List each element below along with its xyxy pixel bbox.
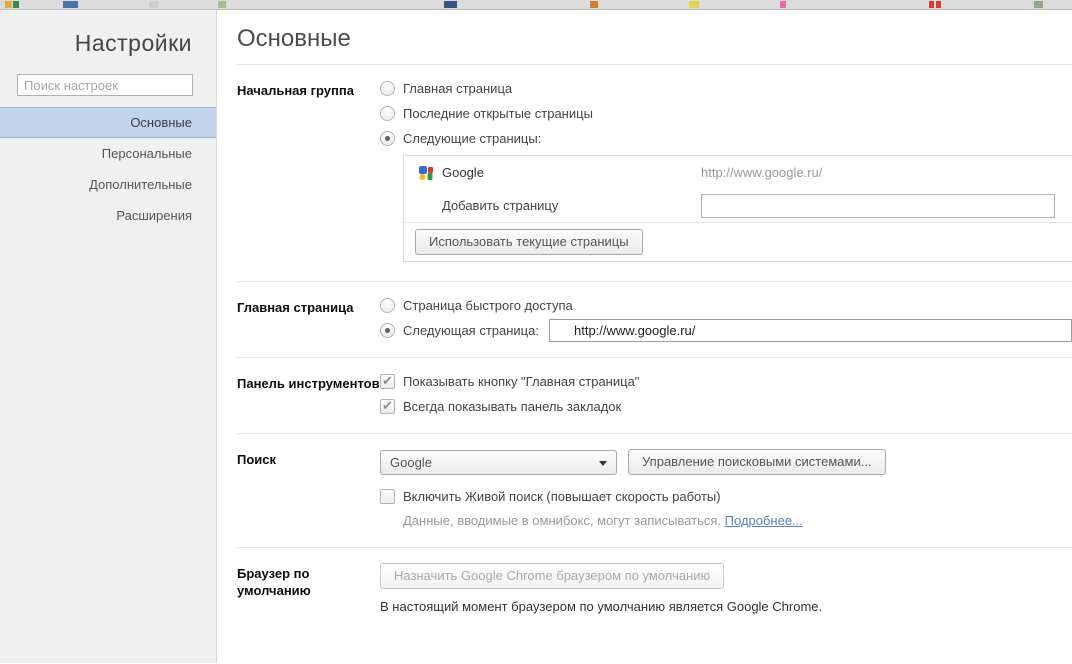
bookmark-favicon-sliver[interactable] bbox=[689, 1, 699, 8]
bookmark-favicon-sliver[interactable] bbox=[13, 1, 19, 8]
sidebar-item-personal[interactable]: Персональные bbox=[0, 138, 216, 169]
sidebar-title: Настройки bbox=[0, 30, 192, 57]
section-toolbar: Панель инструментов Показывать кнопку "Г… bbox=[237, 358, 1072, 434]
radio-label[interactable]: Страница быстрого доступа bbox=[403, 298, 573, 313]
pages-button-row: Использовать текущие страницы bbox=[404, 222, 1072, 261]
bookmark-favicon-sliver[interactable] bbox=[929, 1, 934, 8]
radio-label[interactable]: Следующая страница: bbox=[403, 323, 539, 338]
radio-startup-specific-pages[interactable] bbox=[380, 131, 395, 146]
startup-page-name: Google bbox=[442, 165, 484, 180]
bookmark-favicon-sliver[interactable] bbox=[1034, 1, 1043, 8]
homepage-option-ntp: Страница быстрого доступа bbox=[380, 297, 1072, 313]
search-controls: Google Управление поисковыми системами..… bbox=[380, 449, 1072, 475]
add-page-label: Добавить страницу bbox=[442, 198, 558, 213]
section-homepage: Главная страница Страница быстрого досту… bbox=[237, 282, 1072, 358]
instant-search-option: Включить Живой поиск (повышает скорость … bbox=[380, 488, 1072, 504]
page-title: Основные bbox=[237, 25, 1072, 53]
set-default-browser-button[interactable]: Назначить Google Chrome браузером по умо… bbox=[380, 563, 724, 589]
bookmark-favicon-sliver[interactable] bbox=[5, 1, 12, 8]
startup-pages-list: Google http://www.google.ru/ Добавить ст… bbox=[403, 155, 1072, 262]
default-browser-status: В настоящий момент браузером по умолчани… bbox=[380, 599, 1072, 614]
startup-page-row[interactable]: Google http://www.google.ru/ bbox=[404, 156, 1072, 189]
radio-homepage-url[interactable] bbox=[380, 323, 395, 338]
section-startup-label: Начальная группа bbox=[237, 80, 380, 262]
bookmark-favicon-sliver[interactable] bbox=[444, 1, 457, 8]
add-page-main: Добавить страницу bbox=[404, 198, 701, 213]
toolbar-option-home-button: Показывать кнопку "Главная страница" bbox=[380, 373, 1072, 389]
homepage-url-input[interactable] bbox=[549, 319, 1072, 342]
settings-nav: Основные Персональные Дополнительные Рас… bbox=[0, 107, 216, 231]
radio-homepage-ntp[interactable] bbox=[380, 298, 395, 313]
section-homepage-label: Главная страница bbox=[237, 297, 380, 338]
radio-label[interactable]: Следующие страницы: bbox=[403, 131, 541, 146]
chevron-down-icon bbox=[599, 461, 607, 466]
section-default-browser-body: Назначить Google Chrome браузером по умо… bbox=[380, 563, 1072, 614]
section-startup-body: Главная страница Последние открытые стра… bbox=[380, 80, 1072, 262]
radio-label[interactable]: Главная страница bbox=[403, 81, 512, 96]
bookmark-favicon-sliver[interactable] bbox=[149, 1, 158, 8]
settings-window: Настройки Основные Персональные Дополнит… bbox=[0, 10, 1072, 663]
search-engine-select[interactable]: Google bbox=[380, 450, 617, 475]
checkbox-label[interactable]: Включить Живой поиск (повышает скорость … bbox=[403, 489, 721, 504]
radio-startup-last-pages[interactable] bbox=[380, 106, 395, 121]
section-search: Поиск Google Управление поисковыми систе… bbox=[237, 434, 1072, 548]
section-homepage-body: Страница быстрого доступа Следующая стра… bbox=[380, 297, 1072, 338]
bookmark-favicon-sliver[interactable] bbox=[218, 1, 226, 8]
startup-option-home: Главная страница bbox=[380, 80, 1072, 96]
instant-search-note: Данные, вводимые в омнибокс, могут запис… bbox=[403, 513, 1072, 528]
startup-page-main: Google bbox=[404, 165, 701, 181]
settings-search-input[interactable] bbox=[17, 74, 193, 96]
section-toolbar-body: Показывать кнопку "Главная страница" Все… bbox=[380, 373, 1072, 414]
bookmark-favicon-sliver[interactable] bbox=[590, 1, 598, 8]
checkbox-instant-search[interactable] bbox=[380, 489, 395, 504]
startup-option-last: Последние открытые страницы bbox=[380, 105, 1072, 121]
checkbox-label[interactable]: Показывать кнопку "Главная страница" bbox=[403, 374, 639, 389]
radio-startup-home[interactable] bbox=[380, 81, 395, 96]
radio-label[interactable]: Последние открытые страницы bbox=[403, 106, 593, 121]
section-default-browser: Браузер по умолчанию Назначить Google Ch… bbox=[237, 548, 1072, 633]
toolbar-option-bookmarks-bar: Всегда показывать панель закладок bbox=[380, 398, 1072, 414]
section-toolbar-label: Панель инструментов bbox=[237, 373, 380, 414]
add-page-row: Добавить страницу bbox=[404, 189, 1072, 222]
section-search-body: Google Управление поисковыми системами..… bbox=[380, 449, 1072, 528]
settings-content: Основные Начальная группа Главная страни… bbox=[217, 10, 1072, 663]
manage-search-engines-button[interactable]: Управление поисковыми системами... bbox=[628, 449, 886, 475]
checkbox-show-home-button[interactable] bbox=[380, 374, 395, 389]
bookmark-favicon-sliver[interactable] bbox=[780, 1, 786, 8]
sidebar-item-advanced[interactable]: Дополнительные bbox=[0, 169, 216, 200]
section-startup: Начальная группа Главная страница Послед… bbox=[237, 65, 1072, 282]
bookmarks-bar bbox=[0, 0, 1072, 10]
checkbox-label[interactable]: Всегда показывать панель закладок bbox=[403, 399, 621, 414]
startup-page-url: http://www.google.ru/ bbox=[701, 165, 822, 180]
section-search-label: Поиск bbox=[237, 449, 380, 528]
note-text: Данные, вводимые в омнибокс, могут запис… bbox=[403, 513, 721, 528]
learn-more-link[interactable]: Подробнее... bbox=[725, 513, 803, 528]
add-page-input[interactable] bbox=[701, 194, 1055, 218]
use-current-pages-button[interactable]: Использовать текущие страницы bbox=[415, 229, 643, 255]
sidebar-item-extensions[interactable]: Расширения bbox=[0, 200, 216, 231]
checkbox-always-show-bookmarks-bar[interactable] bbox=[380, 399, 395, 414]
section-default-browser-label: Браузер по умолчанию bbox=[237, 563, 380, 614]
startup-option-pages: Следующие страницы: bbox=[380, 130, 1072, 146]
settings-sidebar: Настройки Основные Персональные Дополнит… bbox=[0, 10, 217, 663]
bookmark-favicon-sliver[interactable] bbox=[936, 1, 941, 8]
search-engine-selected-value: Google bbox=[390, 455, 432, 470]
bookmark-favicon-sliver[interactable] bbox=[63, 1, 78, 8]
google-favicon bbox=[418, 165, 434, 181]
sidebar-item-basics[interactable]: Основные bbox=[0, 107, 216, 138]
homepage-option-url: Следующая страница: bbox=[380, 322, 1072, 338]
